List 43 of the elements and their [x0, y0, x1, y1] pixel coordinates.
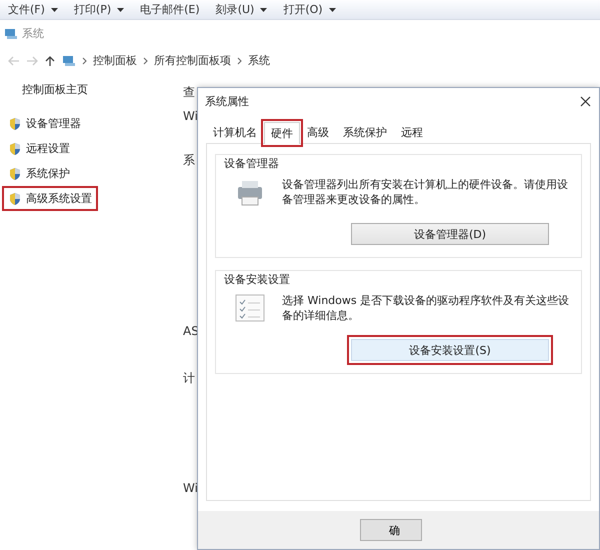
breadcrumb-link[interactable]: 所有控制面板项 — [154, 53, 231, 68]
content-text: Wi — [183, 481, 199, 497]
computer-icon — [4, 28, 18, 40]
sidebar-item[interactable]: 系统保护 — [2, 161, 76, 186]
menu-item[interactable]: 刻录(U) — [216, 2, 268, 17]
computer-icon — [62, 54, 76, 66]
window-title: 系统 — [22, 26, 44, 41]
group-title: 设备管理器 — [224, 156, 280, 172]
chevron-icon — [237, 56, 242, 64]
sidebar-item[interactable]: 远程设置 — [2, 136, 76, 161]
close-icon[interactable] — [580, 96, 591, 107]
action-button[interactable]: 设备安装设置(S) — [351, 339, 549, 361]
description-text: 选择 Windows 是否下载设备的驱动程序软件及有关这些设备的详细信息。 — [282, 293, 570, 323]
group-title: 设备安装设置 — [224, 272, 291, 288]
sidebar-item[interactable]: 设备管理器 — [2, 111, 87, 136]
breadcrumb-link[interactable]: 控制面板 — [93, 53, 137, 68]
dialog-title: 系统属性 — [205, 94, 249, 109]
caret-icon — [50, 8, 58, 12]
menu-item[interactable]: 打开(O) — [283, 2, 336, 17]
menu-item[interactable]: 文件(F) — [8, 2, 58, 17]
shield-icon — [8, 116, 22, 130]
menu-item[interactable]: 电子邮件(E) — [140, 2, 200, 17]
action-button[interactable]: 设备管理器(D) — [351, 223, 549, 245]
tab[interactable]: 硬件 — [264, 122, 300, 144]
shield-icon — [8, 192, 22, 206]
content-text: 系 — [183, 152, 196, 168]
caret-icon — [117, 8, 124, 12]
chevron-icon — [82, 56, 87, 64]
caret-icon — [328, 8, 336, 12]
up-arrow-icon[interactable] — [44, 56, 56, 66]
chevron-icon — [143, 56, 148, 64]
ok-button[interactable]: 确 — [360, 519, 422, 541]
breadcrumb-link[interactable]: 系统 — [248, 53, 270, 68]
shield-icon — [8, 166, 22, 180]
sidebar-item[interactable]: 高级系统设置 — [2, 186, 98, 211]
content-text: 计 — [183, 370, 196, 386]
caret-icon — [260, 8, 268, 12]
menu-item[interactable]: 打印(P) — [74, 2, 124, 17]
description-text: 设备管理器列出所有安装在计算机上的硬件设备。请使用设备管理器来更改设备的属性。 — [282, 177, 569, 207]
content-text: Wi — [183, 109, 199, 125]
shield-icon — [8, 142, 22, 156]
content-text: 查 — [183, 84, 196, 100]
sidebar-link[interactable]: 控制面板主页 — [22, 82, 183, 97]
